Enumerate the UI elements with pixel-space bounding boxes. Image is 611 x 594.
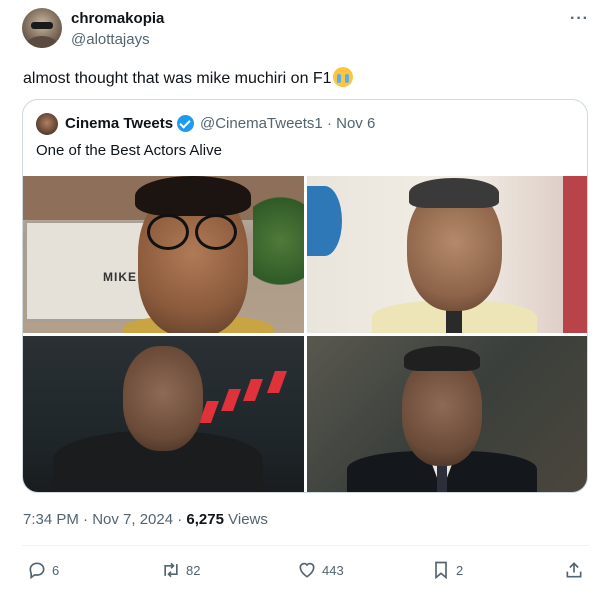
hair <box>135 176 251 216</box>
bookmark-button[interactable]: 2 <box>431 560 463 580</box>
reply-count: 6 <box>52 562 60 578</box>
tweet-meta: 7:34 PM · Nov 7, 2024 · 6,275 Views <box>23 511 268 528</box>
quoted-image-2[interactable] <box>307 176 587 333</box>
retweet-icon <box>164 562 178 578</box>
round-glasses <box>143 214 237 250</box>
bookmark-count: 2 <box>456 562 464 578</box>
face <box>402 356 482 466</box>
red-lights <box>198 371 303 431</box>
red-stripe <box>563 176 587 333</box>
author-avatar[interactable] <box>22 8 62 48</box>
tweet-text: almost thought that was mike muchiri on … <box>23 67 353 88</box>
mural-sign-text: MIKE <box>103 270 137 284</box>
more-options-icon[interactable]: ··· <box>570 10 589 28</box>
avatar-body-detail <box>26 36 58 48</box>
retweet-count: 82 <box>186 562 201 578</box>
hair <box>409 178 499 208</box>
quoted-author-name[interactable]: Cinema Tweets <box>65 115 173 132</box>
retweet-button[interactable]: 82 <box>161 560 200 580</box>
like-button[interactable]: 443 <box>297 560 344 580</box>
reply-button[interactable]: 6 <box>27 560 59 580</box>
share-button[interactable] <box>564 560 589 580</box>
author-handle[interactable]: @alottajays <box>71 31 150 48</box>
quoted-author-avatar[interactable] <box>36 113 58 135</box>
timestamp[interactable]: 7:34 PM · Nov 7, 2024 · <box>23 511 186 528</box>
quoted-image-3[interactable] <box>23 336 304 492</box>
views-count: 6,275 <box>186 511 224 528</box>
quoted-image-1[interactable]: MIKE <box>23 176 304 333</box>
like-count: 443 <box>322 562 344 578</box>
heart-icon <box>299 562 315 578</box>
hair <box>404 346 480 371</box>
share-icon <box>566 562 582 578</box>
tree <box>253 186 304 296</box>
bookmark-icon <box>435 561 447 580</box>
views-label: Views <box>223 511 268 528</box>
face <box>123 346 203 451</box>
tweet-text-content: almost thought that was mike muchiri on … <box>23 70 332 87</box>
author-name[interactable]: chromakopia <box>71 10 164 27</box>
tweet[interactable]: chromakopia @alottajays ··· almost thoug… <box>0 0 611 594</box>
crying-face-emoji-icon <box>332 67 353 87</box>
background-logo <box>307 186 342 256</box>
reply-icon <box>29 562 45 580</box>
divider <box>22 545 589 546</box>
quoted-tweet-text: One of the Best Actors Alive <box>36 142 222 159</box>
quoted-tweet[interactable]: Cinema Tweets @CinemaTweets1 · Nov 6 One… <box>22 99 588 493</box>
quoted-image-4[interactable] <box>307 336 587 492</box>
tie <box>446 309 462 333</box>
quoted-author-handle-date[interactable]: @CinemaTweets1 · Nov 6 <box>200 115 375 132</box>
verified-badge-icon <box>177 115 194 132</box>
sunglasses-detail <box>31 22 53 29</box>
